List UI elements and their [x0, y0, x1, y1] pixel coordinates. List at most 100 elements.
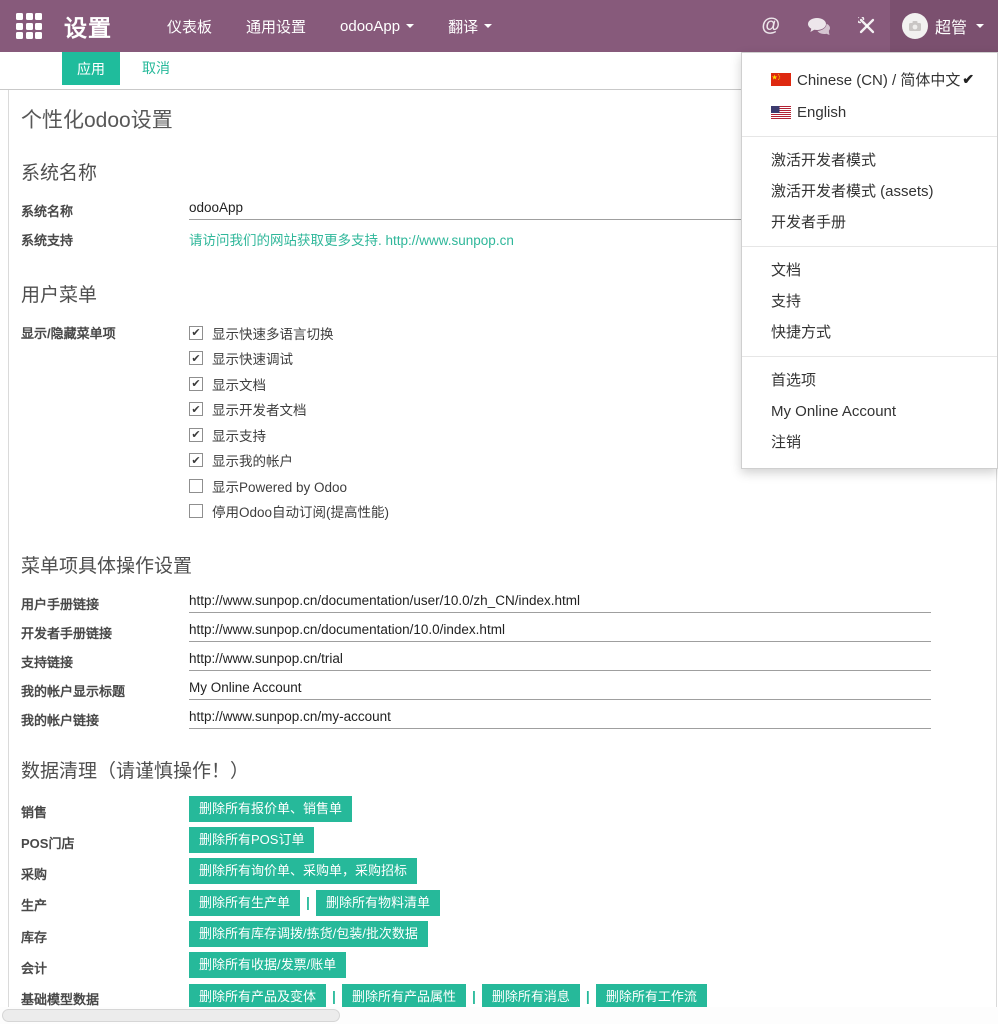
field-label: 销售	[21, 796, 189, 821]
top-navbar: 设置 仪表板通用设置odooApp翻译 @ 超管	[0, 0, 998, 52]
delete-button[interactable]: 删除所有报价单、销售单	[189, 796, 352, 822]
systray: @	[747, 0, 890, 52]
dropdown-item-0-2[interactable]: 开发者手册	[742, 207, 997, 238]
navbar-item-0[interactable]: 仪表板	[150, 0, 229, 52]
checkbox-row-5[interactable]: ✔显示我的帐户	[189, 448, 389, 474]
apps-grid-icon	[16, 13, 42, 39]
cleanup-buttons: 删除所有收据/发票/账单	[189, 952, 346, 978]
field-label: 我的帐户链接	[21, 707, 189, 729]
language-label: English	[797, 104, 846, 121]
text-input[interactable]: http://www.sunpop.cn/my-account	[189, 707, 931, 729]
dropdown-item-2-2[interactable]: 注销	[742, 427, 997, 458]
checkbox-row-0[interactable]: ✔ 显示快速多语言切换	[189, 320, 389, 346]
checkbox-row-4[interactable]: ✔显示支持	[189, 422, 389, 448]
text-input[interactable]: http://www.sunpop.cn/documentation/10.0/…	[189, 620, 931, 642]
button-separator: |	[586, 988, 590, 1004]
field-label: 会计	[21, 952, 189, 977]
cleanup-buttons: 删除所有产品及变体|删除所有产品属性|删除所有消息|删除所有工作流	[189, 983, 707, 1010]
checkbox-label: 停用Odoo自动订阅(提高性能)	[212, 501, 389, 521]
field-label: 开发者手册链接	[21, 620, 189, 642]
cleanup-buttons: 删除所有报价单、销售单	[189, 796, 352, 822]
cleanup-row-4: 库存删除所有库存调拨/拣货/包装/批次数据	[21, 921, 996, 947]
apply-button[interactable]: 应用	[62, 52, 120, 85]
cleanup-rows: 销售删除所有报价单、销售单POS门店删除所有POS订单采购删除所有询价单、采购单…	[21, 796, 996, 1010]
delete-button[interactable]: 删除所有收据/发票/账单	[189, 952, 346, 978]
apps-menu-button[interactable]	[0, 0, 46, 52]
delete-button[interactable]: 删除所有物料清单	[316, 890, 440, 916]
checkbox-row-1[interactable]: ✔显示快速调试	[189, 346, 389, 372]
checkbox[interactable]: ✔	[189, 428, 203, 442]
field-label: POS门店	[21, 827, 189, 852]
tools-icon[interactable]	[844, 0, 890, 52]
checkbox-label: 显示快速多语言切换	[212, 323, 334, 343]
checkbox[interactable]: ✔	[189, 402, 203, 416]
checkbox-row-3[interactable]: ✔ 显示开发者文档	[189, 397, 389, 423]
dropdown-item-1-2[interactable]: 快捷方式	[742, 317, 997, 348]
checkbox[interactable]: ✔	[189, 351, 203, 365]
cleanup-row-2: 采购删除所有询价单、采购单，采购招标	[21, 858, 996, 884]
field-label: 用户手册链接	[21, 591, 189, 613]
link-field-row-3: 我的帐户显示标题My Online Account	[21, 678, 996, 700]
text-input[interactable]: http://www.sunpop.cn/trial	[189, 649, 931, 671]
horizontal-scrollbar-thumb[interactable]	[2, 1009, 340, 1022]
link-field-row-2: 支持链接http://www.sunpop.cn/trial	[21, 649, 996, 671]
cleanup-row-1: POS门店删除所有POS订单	[21, 827, 996, 853]
checkbox[interactable]	[189, 504, 203, 518]
cleanup-buttons: 删除所有询价单、采购单，采购招标	[189, 858, 417, 884]
field-label: 系统名称	[21, 198, 189, 220]
field-label: 采购	[21, 858, 189, 883]
dropdown-item-1-1[interactable]: 支持	[742, 286, 997, 317]
chevron-down-icon	[406, 24, 414, 28]
cancel-link[interactable]: 取消	[142, 52, 170, 85]
text-input[interactable]: http://www.sunpop.cn/documentation/user/…	[189, 591, 931, 613]
delete-button[interactable]: 删除所有询价单、采购单，采购招标	[189, 858, 417, 884]
checkbox[interactable]	[189, 479, 203, 493]
language-label: Chinese (CN) / 简体中文	[797, 69, 960, 90]
chevron-down-icon	[976, 24, 984, 28]
checkbox-row-2[interactable]: ✔ 显示文档	[189, 371, 389, 397]
dropdown-item-1-0[interactable]: 文档	[742, 255, 997, 286]
checkbox-label: 显示文档	[212, 374, 266, 394]
checkbox[interactable]: ✔	[189, 453, 203, 467]
dropdown-item-0-0[interactable]: 激活开发者模式	[742, 145, 997, 176]
checkbox-label: 显示开发者文档	[212, 399, 307, 419]
user-name: 超管	[935, 14, 967, 38]
link-field-row-4: 我的帐户链接http://www.sunpop.cn/my-account	[21, 707, 996, 729]
field-label: 我的帐户显示标题	[21, 678, 189, 700]
navbar-item-2[interactable]: odooApp	[323, 0, 431, 52]
navbar-item-1[interactable]: 通用设置	[229, 0, 323, 52]
button-separator: |	[332, 988, 336, 1004]
checkbox-row-7[interactable]: 停用Odoo自动订阅(提高性能)	[189, 499, 389, 525]
user-menu-button[interactable]: 超管	[890, 0, 998, 52]
at-icon[interactable]: @	[747, 0, 794, 52]
cleanup-buttons: 删除所有POS订单	[189, 827, 314, 853]
field-label: 基础模型数据	[21, 983, 189, 1008]
delete-button[interactable]: 删除所有生产单	[189, 890, 300, 916]
button-separator: |	[306, 894, 310, 910]
dropdown-item-2-0[interactable]: 首选项	[742, 365, 997, 396]
horizontal-scrollbar[interactable]	[0, 1007, 998, 1024]
section-title-links: 菜单项具体操作设置	[21, 551, 996, 578]
dropdown-item-0-1[interactable]: 激活开发者模式 (assets)	[742, 176, 997, 207]
checkbox-row-6[interactable]: 显示Powered by Odoo	[189, 473, 389, 499]
avatar	[902, 13, 928, 39]
dropdown-language-cn[interactable]: Chinese (CN) / 简体中文✔	[742, 62, 997, 97]
cleanup-row-6: 基础模型数据删除所有产品及变体|删除所有产品属性|删除所有消息|删除所有工作流	[21, 983, 996, 1010]
links-fields: 用户手册链接http://www.sunpop.cn/documentation…	[21, 591, 996, 729]
field-label: 生产	[21, 889, 189, 914]
delete-button[interactable]: 删除所有库存调拨/拣货/包装/批次数据	[189, 921, 428, 947]
delete-button[interactable]: 删除所有POS订单	[189, 827, 314, 853]
text-input[interactable]: My Online Account	[189, 678, 931, 700]
field-label: 库存	[21, 921, 189, 946]
navbar-menu: 仪表板通用设置odooApp翻译	[150, 0, 509, 52]
cleanup-row-5: 会计删除所有收据/发票/账单	[21, 952, 996, 978]
cleanup-row-3: 生产删除所有生产单 | 删除所有物料清单	[21, 889, 996, 916]
dropdown-language-us[interactable]: English	[742, 97, 997, 128]
cn-flag-icon	[771, 73, 791, 86]
chat-icon[interactable]	[794, 0, 844, 52]
dropdown-item-2-1[interactable]: My Online Account	[742, 396, 997, 427]
navbar-item-3[interactable]: 翻译	[431, 0, 509, 52]
cleanup-buttons: 删除所有生产单 | 删除所有物料清单	[189, 889, 440, 916]
checkbox[interactable]: ✔	[189, 377, 203, 391]
checkbox[interactable]: ✔	[189, 326, 203, 340]
